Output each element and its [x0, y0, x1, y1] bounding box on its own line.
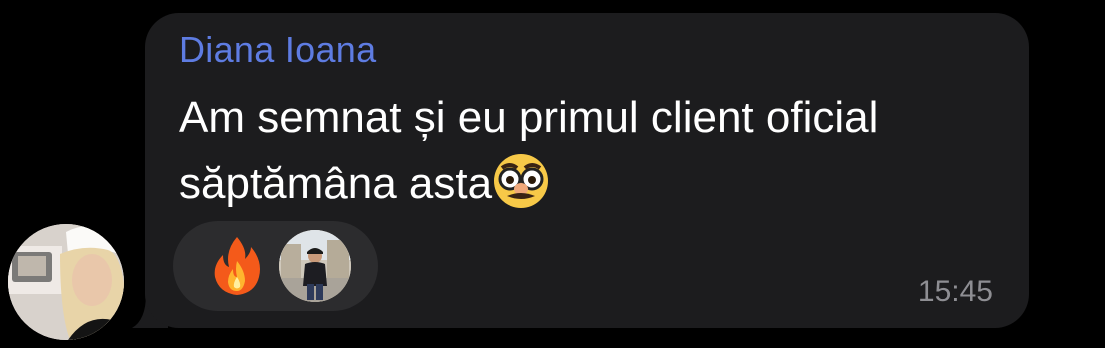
message-bubble[interactable]: Diana Ioana Am semnat și eu primul clien…: [145, 13, 1029, 328]
message-text-container: Am semnat și eu primul client oficial să…: [179, 85, 1009, 217]
chat-view: Diana Ioana Am semnat și eu primul clien…: [0, 0, 1105, 348]
reactions-pill[interactable]: [173, 221, 378, 311]
avatar-photo: [8, 224, 124, 340]
reactor-photo: [279, 230, 351, 302]
message-timestamp: 15:45: [917, 275, 993, 308]
reactor-avatar[interactable]: [279, 230, 351, 302]
fire-icon: [211, 235, 263, 297]
disguised-face-icon: [492, 152, 550, 210]
sender-avatar[interactable]: [8, 224, 124, 340]
sender-name[interactable]: Diana Ioana: [179, 29, 376, 71]
